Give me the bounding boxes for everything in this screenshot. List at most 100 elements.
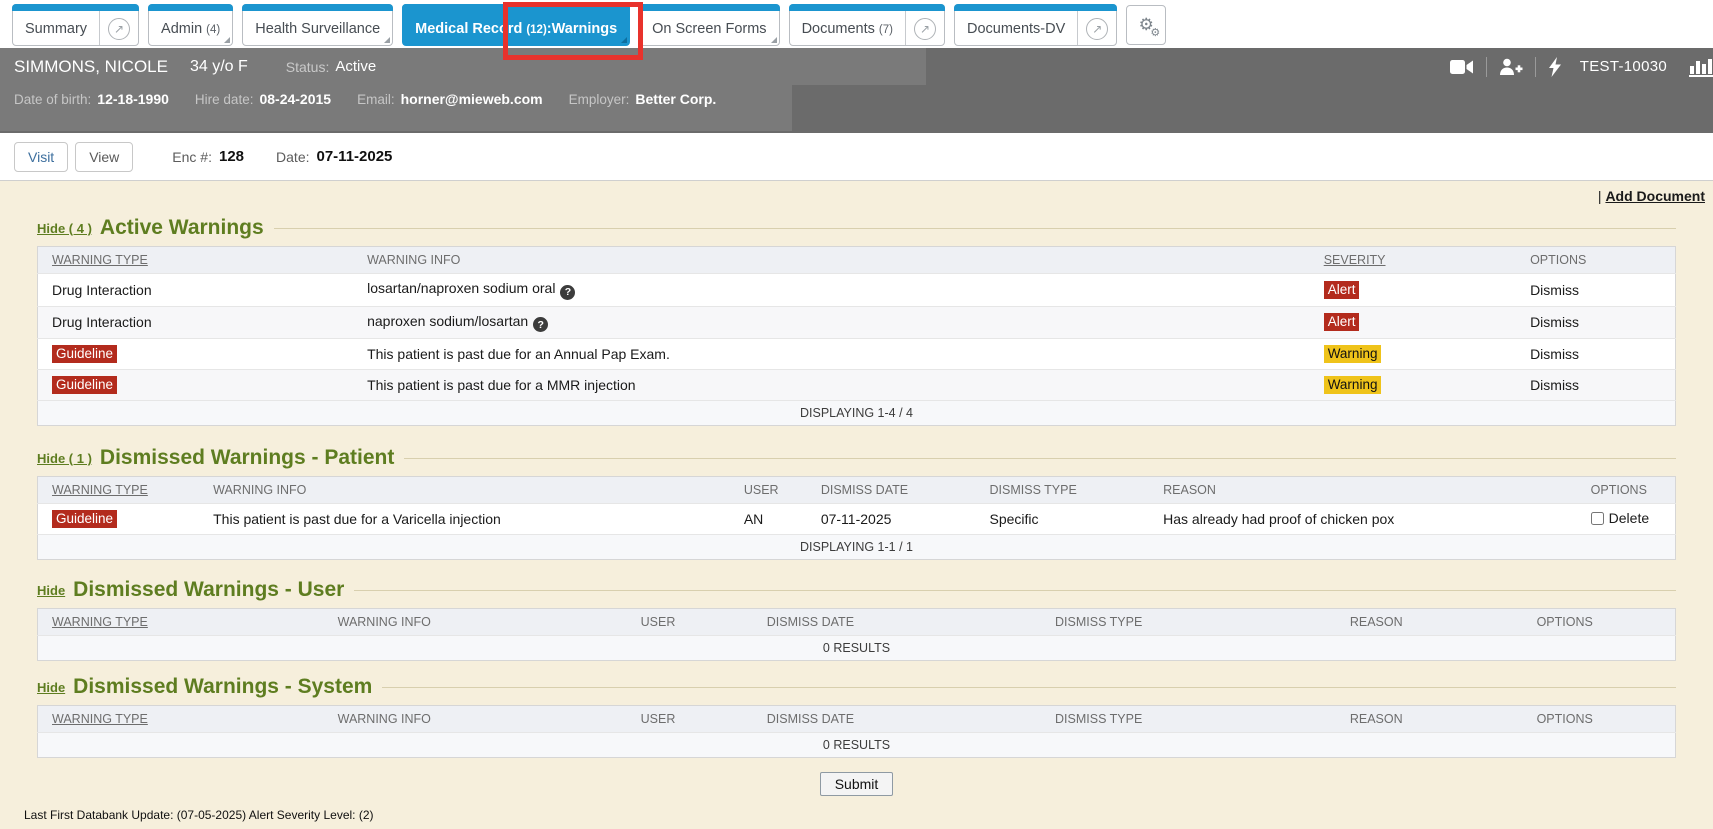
- lightning-bolt-icon[interactable]: [1548, 57, 1562, 77]
- toolbar-divider: [1486, 57, 1487, 77]
- warning-info-cell: This patient is past due for a Varicella…: [211, 504, 742, 535]
- warning-info-cell: losartan/naproxen sodium oral?: [365, 274, 1322, 307]
- toolbar-divider: [1535, 57, 1536, 77]
- section-rule: [274, 228, 1676, 229]
- paging-status: DISPLAYING 1-1 / 1: [38, 535, 1676, 560]
- dismissed-user-header: Hide Dismissed Warnings - User: [37, 578, 1676, 602]
- col-warning-info: WARNING INFO: [365, 247, 1322, 274]
- dismissed-user-hide-link[interactable]: Hide: [37, 583, 65, 598]
- submit-button[interactable]: Submit: [820, 772, 894, 796]
- warning-info-cell: This patient is past due for an Annual P…: [365, 339, 1322, 370]
- table-footer-row: 0 RESULTS: [38, 636, 1676, 661]
- severity-badge-warning: Warning: [1324, 345, 1382, 363]
- tab-health-surveillance[interactable]: Health Surveillance: [242, 4, 393, 46]
- patient-age-sex: 34 y/o F: [190, 58, 248, 76]
- tab-documents-dv-popout[interactable]: ↗: [1077, 5, 1116, 45]
- active-warnings-hide-link[interactable]: Hide ( 4 ): [37, 221, 92, 236]
- dismiss-link[interactable]: Dismiss: [1528, 306, 1675, 339]
- user-cell: AN: [742, 504, 819, 535]
- patient-name: SIMMONS, NICOLE: [14, 57, 168, 77]
- tab-admin-count: (4): [206, 22, 220, 36]
- tab-on-screen-forms-label: On Screen Forms: [640, 5, 778, 45]
- severity-badge-alert: Alert: [1324, 313, 1360, 331]
- col-dismiss-date: DISMISS DATE: [765, 706, 1053, 733]
- tab-medical-record-label: Medical Record: [415, 21, 522, 37]
- dismiss-link[interactable]: Dismiss: [1528, 339, 1675, 370]
- col-reason: REASON: [1348, 609, 1535, 636]
- dob-value: 12-18-1990: [97, 91, 169, 107]
- databank-update-note: Last First Databank Update: (07-05-2025)…: [24, 808, 1713, 822]
- col-severity[interactable]: SEVERITY: [1322, 247, 1528, 274]
- tab-summary-popout[interactable]: ↗: [99, 5, 138, 45]
- warning-info-cell: naproxen sodium/losartan?: [365, 306, 1322, 339]
- visit-button[interactable]: Visit: [14, 142, 68, 172]
- patient-toolbar: TEST-10030: [1438, 48, 1713, 85]
- warning-type-cell: Drug Interaction: [38, 306, 366, 339]
- tab-documents-dv[interactable]: Documents-DV ↗: [954, 4, 1117, 46]
- enc-date-value: 07-11-2025: [317, 148, 393, 165]
- dismissed-system-table: WARNING TYPE WARNING INFO USER DISMISS D…: [37, 705, 1676, 758]
- dismissed-user-table: WARNING TYPE WARNING INFO USER DISMISS D…: [37, 608, 1676, 661]
- col-reason: REASON: [1161, 477, 1589, 504]
- col-user: USER: [639, 706, 765, 733]
- employer-label: Employer:: [569, 92, 630, 107]
- warnings-content: | Add Document Hide ( 4 ) Active Warning…: [0, 180, 1713, 829]
- help-icon[interactable]: ?: [533, 317, 548, 332]
- patient-header-bar: SIMMONS, NICOLE 34 y/o F Status: Active …: [0, 48, 1713, 133]
- dismissed-patient-hide-link[interactable]: Hide ( 1 ): [37, 451, 92, 466]
- severity-badge-alert: Alert: [1324, 281, 1360, 299]
- dismiss-date-cell: 07-11-2025: [819, 504, 988, 535]
- col-warning-type[interactable]: WARNING TYPE: [38, 247, 366, 274]
- col-dismiss-date: DISMISS DATE: [819, 477, 988, 504]
- col-warning-info: WARNING INFO: [211, 477, 742, 504]
- delete-checkbox[interactable]: [1591, 512, 1604, 525]
- external-link-icon: ↗: [914, 18, 936, 40]
- add-person-icon[interactable]: [1499, 58, 1523, 76]
- dismiss-link[interactable]: Dismiss: [1528, 274, 1675, 307]
- col-warning-type[interactable]: WARNING TYPE: [38, 477, 212, 504]
- hire-date-value: 08-24-2015: [259, 91, 331, 107]
- section-rule: [354, 590, 1676, 591]
- tab-documents-popout[interactable]: ↗: [905, 5, 944, 45]
- dismiss-type-cell: Specific: [988, 504, 1162, 535]
- dismissed-system-hide-link[interactable]: Hide: [37, 680, 65, 695]
- results-status: 0 RESULTS: [38, 733, 1676, 758]
- tab-summary[interactable]: Summary ↗: [12, 4, 139, 46]
- table-header-row: WARNING TYPE WARNING INFO USER DISMISS D…: [38, 706, 1676, 733]
- col-warning-info: WARNING INFO: [336, 706, 639, 733]
- bar-chart-icon[interactable]: [1689, 57, 1713, 77]
- dismiss-link[interactable]: Dismiss: [1528, 370, 1675, 401]
- col-warning-type[interactable]: WARNING TYPE: [38, 706, 336, 733]
- col-dismiss-date: DISMISS DATE: [765, 609, 1053, 636]
- active-warnings-table: WARNING TYPE WARNING INFO SEVERITY OPTIO…: [37, 246, 1676, 426]
- reason-cell: Has already had proof of chicken pox: [1161, 504, 1589, 535]
- col-dismiss-type: DISMISS TYPE: [1053, 706, 1348, 733]
- tab-documents[interactable]: Documents(7) ↗: [789, 4, 945, 46]
- video-camera-icon[interactable]: [1450, 59, 1474, 75]
- table-row: Guideline This patient is past due for a…: [38, 370, 1676, 401]
- col-options: OPTIONS: [1535, 706, 1676, 733]
- external-link-icon: ↗: [1086, 18, 1108, 40]
- tab-on-screen-forms[interactable]: On Screen Forms: [639, 4, 779, 46]
- help-icon[interactable]: ?: [560, 285, 575, 300]
- external-link-icon: ↗: [108, 18, 130, 40]
- submit-row: Submit: [0, 772, 1713, 796]
- col-warning-info: WARNING INFO: [336, 609, 639, 636]
- add-document-link[interactable]: Add Document: [1605, 188, 1705, 204]
- settings-button[interactable]: ⚙ ⚙: [1126, 5, 1166, 45]
- employer-value: Better Corp.: [635, 91, 716, 107]
- email-label: Email:: [357, 92, 395, 107]
- delete-label: Delete: [1609, 510, 1649, 526]
- tab-documents-count: (7): [879, 22, 893, 36]
- tab-bar: Summary ↗ Admin(4) Health Surveillance M…: [0, 0, 1713, 48]
- tab-medical-record-warnings[interactable]: Medical Record(12):Warnings: [402, 4, 630, 46]
- table-footer-row: 0 RESULTS: [38, 733, 1676, 758]
- warning-type-badge-guideline: Guideline: [52, 510, 117, 528]
- dismissed-user-title: Dismissed Warnings - User: [73, 578, 344, 602]
- tab-admin[interactable]: Admin(4): [148, 4, 233, 46]
- view-button[interactable]: View: [75, 142, 133, 172]
- tab-medical-record-count: (12): [526, 22, 546, 36]
- gear-icon: ⚙: [1150, 26, 1160, 39]
- dismissed-system-title: Dismissed Warnings - System: [73, 675, 372, 699]
- col-warning-type[interactable]: WARNING TYPE: [38, 609, 336, 636]
